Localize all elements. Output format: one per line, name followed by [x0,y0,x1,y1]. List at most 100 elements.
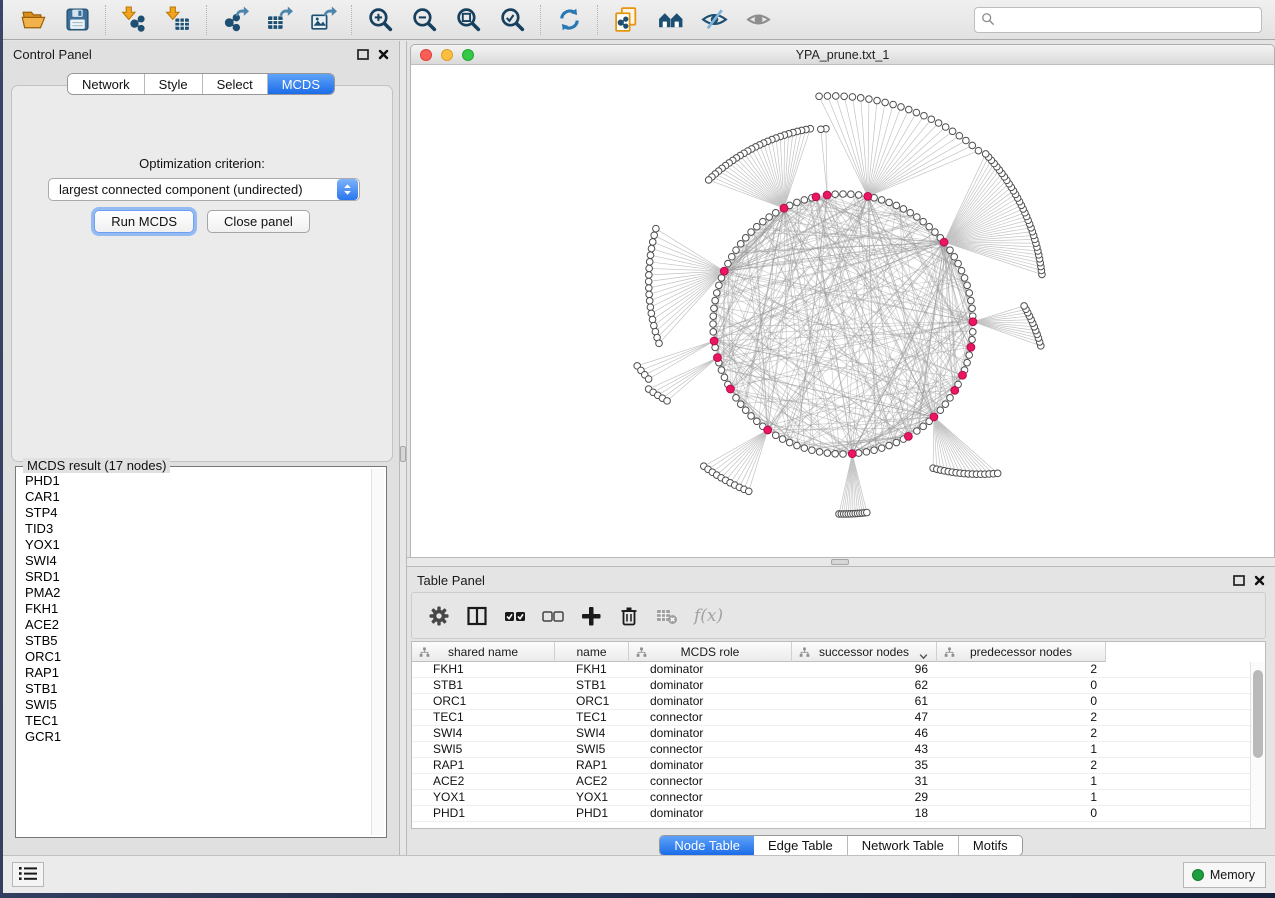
graph-node[interactable] [718,367,725,374]
graph-node[interactable] [801,445,808,452]
graph-edge[interactable] [934,417,968,474]
search-input[interactable] [974,7,1262,33]
tab-motifs[interactable]: Motifs [959,836,1022,855]
add-column-icon[interactable] [578,603,604,629]
mcds-result-node[interactable]: RAP1 [25,665,370,681]
graph-node[interactable] [1021,303,1028,310]
graph-node[interactable] [648,310,655,317]
graph-node[interactable] [966,352,973,359]
graph-node[interactable] [716,282,723,289]
close-panel-button[interactable]: Close panel [207,210,310,233]
graph-node[interactable] [718,275,725,282]
graph-node[interactable] [964,282,971,289]
mcds-result-node[interactable]: STB5 [25,633,370,649]
tab-network-table[interactable]: Network Table [848,836,959,855]
graph-node[interactable] [742,234,749,241]
vertical-splitter-grip[interactable] [400,446,406,462]
export-image-icon[interactable] [308,6,338,34]
table-scrollbar[interactable] [1250,662,1265,828]
network-graph[interactable] [411,65,1275,557]
optimization-criterion-select[interactable]: largest connected component (undirected) [48,178,360,201]
graph-node-mcds[interactable] [967,343,975,351]
tab-style[interactable]: Style [145,74,203,94]
graph-edge[interactable] [654,235,724,271]
graph-edge[interactable] [868,131,953,196]
graph-node[interactable] [816,93,823,100]
graph-edge[interactable] [721,430,768,478]
export-network-icon[interactable] [220,6,250,34]
table-row[interactable]: TEC1TEC1connector472 [412,710,1250,726]
graph-edge[interactable] [836,96,868,196]
mcds-result-node[interactable]: SWI4 [25,553,370,569]
graph-edge[interactable] [868,140,966,196]
graph-node[interactable] [745,488,752,495]
graph-edge[interactable] [944,198,1018,242]
deselect-all-rows-icon[interactable] [540,603,566,629]
table-settings-icon[interactable] [426,603,452,629]
tab-node-table[interactable]: Node Table [660,836,754,855]
graph-node[interactable] [913,109,920,116]
column-header-successor-nodes[interactable]: successor nodes [792,642,937,662]
graph-edge[interactable] [713,330,789,442]
graph-node[interactable] [712,297,719,304]
graph-edge[interactable] [868,145,972,196]
graph-node[interactable] [647,304,654,311]
graph-edge[interactable] [944,170,999,242]
graph-node[interactable] [921,112,928,119]
graph-node[interactable] [932,229,939,236]
graph-node[interactable] [728,253,735,260]
export-table-icon[interactable] [264,6,294,34]
graph-node[interactable] [760,218,767,225]
graph-edge[interactable] [868,113,917,197]
graph-node[interactable] [949,128,956,135]
graph-node[interactable] [646,259,653,266]
graph-node[interactable] [737,241,744,248]
graph-node[interactable] [935,120,942,127]
graph-node[interactable] [649,316,656,323]
graph-node[interactable] [893,202,900,209]
graph-node[interactable] [748,229,755,236]
graph-node[interactable] [711,305,718,312]
network-from-selection-icon[interactable] [611,6,641,34]
task-history-button[interactable] [12,862,44,887]
mcds-result-node[interactable]: STB1 [25,681,370,697]
graph-node-mcds[interactable] [969,318,977,326]
tab-mcds[interactable]: MCDS [268,74,334,94]
graph-edge[interactable] [708,430,768,469]
save-session-icon[interactable] [62,6,92,34]
import-network-icon[interactable] [119,6,149,34]
graph-node[interactable] [816,449,823,456]
graph-node[interactable] [969,305,976,312]
graph-edge[interactable] [715,174,784,208]
graph-edge[interactable] [637,341,714,366]
horizontal-splitter[interactable] [407,557,1275,567]
tab-select[interactable]: Select [203,74,268,94]
graph-edge[interactable] [651,249,724,272]
graph-node[interactable] [645,376,652,383]
hide-graphics-icon[interactable] [699,6,729,34]
graph-edge[interactable] [744,153,784,208]
mcds-result-node[interactable]: YOX1 [25,537,370,553]
graph-edge[interactable] [868,127,946,196]
graph-node[interactable] [848,191,855,198]
graph-node[interactable] [840,451,847,458]
mcds-result-node[interactable]: PMA2 [25,585,370,601]
select-all-rows-icon[interactable] [502,603,528,629]
graph-node[interactable] [809,447,816,454]
graph-node-mcds[interactable] [720,267,728,275]
graph-node-mcds[interactable] [714,354,722,362]
graph-edge[interactable] [784,133,793,209]
mcds-result-node[interactable]: TID3 [25,521,370,537]
graph-node[interactable] [898,104,905,111]
graph-edge[interactable] [717,430,768,475]
mcds-result-list[interactable]: PHD1CAR1STP4TID3YOX1SWI4SRD1PMA2FKH1ACE2… [18,469,370,835]
graph-node[interactable] [956,132,963,139]
graph-node[interactable] [900,206,907,213]
graph-edge[interactable] [729,163,784,208]
close-panel-icon[interactable] [1254,575,1265,586]
graph-node[interactable] [905,106,912,113]
graph-node-mcds[interactable] [904,432,912,440]
graph-node[interactable] [914,428,921,435]
graph-node[interactable] [832,191,839,198]
graph-node-mcds[interactable] [864,192,872,200]
